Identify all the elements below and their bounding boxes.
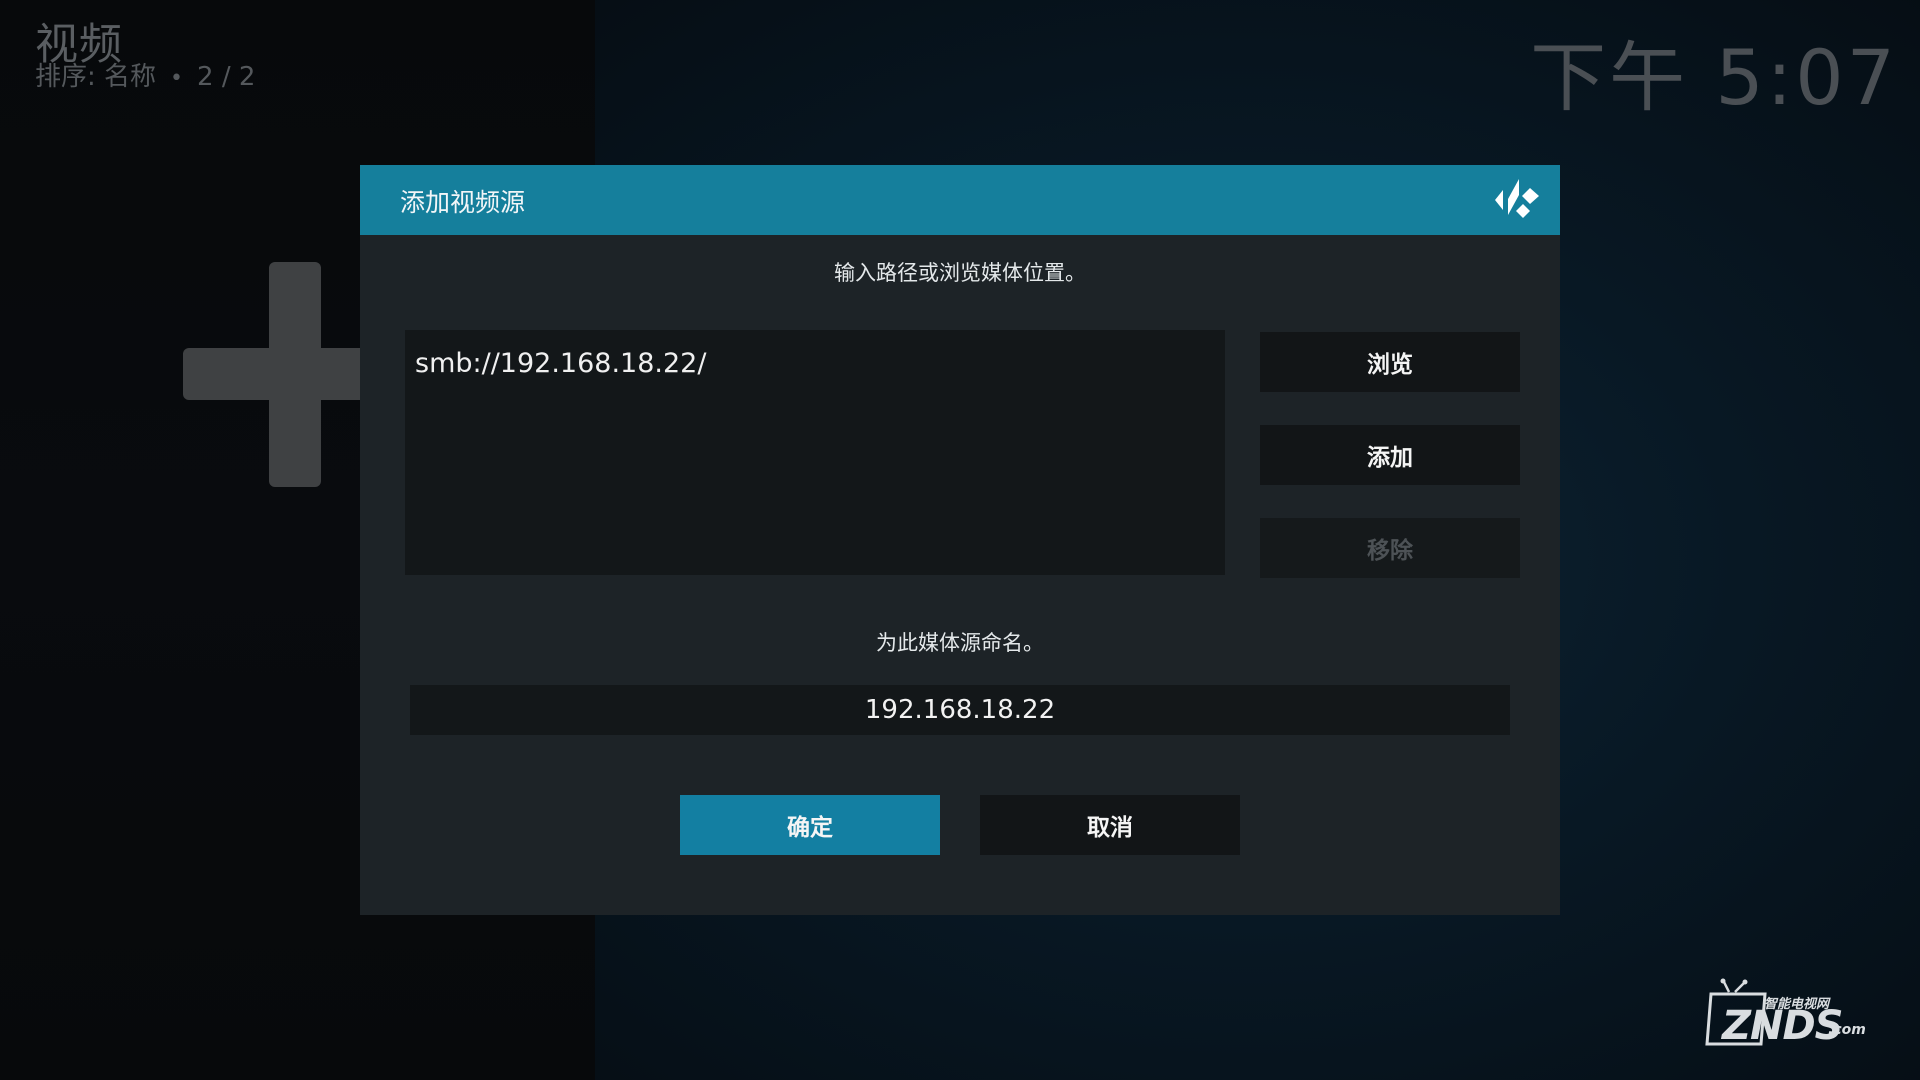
sort-info: 排序: 名称 • 2 / 2: [35, 56, 255, 93]
source-name-input[interactable]: 192.168.18.22: [410, 685, 1510, 735]
watermark-suffix: .com: [1828, 1022, 1866, 1038]
dialog-title: 添加视频源: [400, 188, 526, 217]
browse-button[interactable]: 浏览: [1260, 332, 1520, 392]
dialog-header: 添加视频源: [360, 165, 1560, 235]
add-video-source-dialog: 添加视频源 输入路径或浏览媒体位置。 smb://192.168.18.22/ …: [360, 165, 1560, 915]
path-list[interactable]: smb://192.168.18.22/: [405, 330, 1225, 575]
separator-dot: •: [170, 66, 184, 91]
sort-label: 排序: 名称: [35, 62, 157, 92]
remove-button[interactable]: 移除: [1260, 518, 1520, 578]
cancel-button[interactable]: 取消: [980, 795, 1240, 855]
watermark-brand: ZNDS: [1722, 1003, 1843, 1049]
name-prompt: 为此媒体源命名。: [876, 631, 1044, 655]
ok-button[interactable]: 确定: [680, 795, 940, 855]
add-button[interactable]: 添加: [1260, 425, 1520, 485]
path-list-item[interactable]: smb://192.168.18.22/: [415, 348, 706, 379]
path-prompt: 输入路径或浏览媒体位置。: [834, 261, 1086, 285]
kodi-logo-icon: [1495, 179, 1539, 218]
clock: 下午 5:07: [1530, 33, 1898, 122]
page-counter: 2 / 2: [197, 62, 256, 92]
